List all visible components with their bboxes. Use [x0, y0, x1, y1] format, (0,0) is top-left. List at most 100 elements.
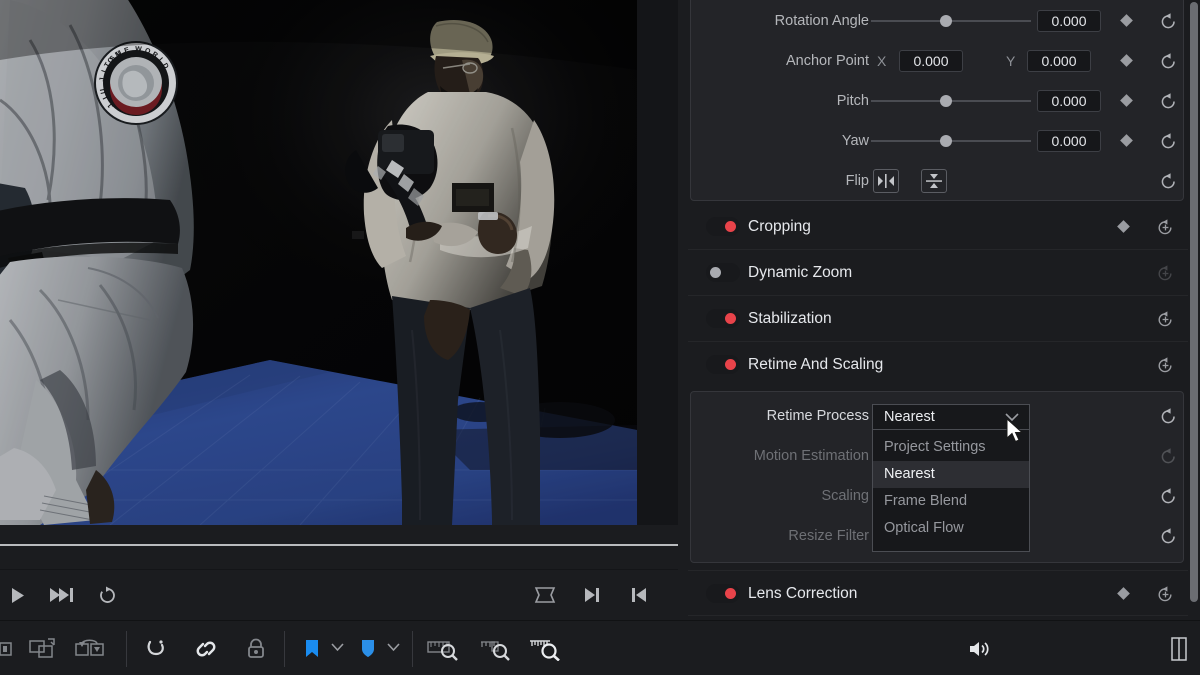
- rotation-angle-reset-icon[interactable]: [1159, 12, 1178, 31]
- flip-horizontal-icon[interactable]: [873, 169, 899, 193]
- lens-correction-reset-icon[interactable]: [1156, 585, 1175, 604]
- flip-label: Flip: [845, 173, 869, 189]
- transform-group: Rotation Angle 0.000 Anchor Point X 0.00…: [690, 0, 1184, 201]
- param-row-yaw: Yaw 0.000: [691, 121, 1183, 161]
- toolbar-separator-3: [412, 631, 413, 667]
- yaw-keyframe-icon[interactable]: [1120, 134, 1133, 147]
- flip-reset-icon[interactable]: [1159, 172, 1178, 191]
- stabilization-toggle[interactable]: [706, 309, 740, 328]
- lens-correction-toggle[interactable]: [706, 584, 740, 603]
- anchor-point-y-label: Y: [1006, 53, 1016, 69]
- dynamic-zoom-toggle-dot: [710, 267, 721, 278]
- rotation-angle-keyframe-icon[interactable]: [1120, 14, 1133, 27]
- stabilization-reset-icon[interactable]: [1156, 310, 1175, 329]
- anchor-point-x-label: X: [877, 53, 887, 69]
- pitch-slider-knob[interactable]: [940, 95, 952, 107]
- anchor-point-label: Anchor Point: [785, 53, 869, 69]
- yaw-value[interactable]: 0.000: [1037, 130, 1101, 152]
- speaker-icon[interactable]: [966, 635, 994, 663]
- yaw-slider-knob[interactable]: [940, 135, 952, 147]
- split-clip-icon[interactable]: [0, 635, 20, 663]
- cropping-keyframe-icon[interactable]: [1117, 220, 1130, 233]
- dynamic-zoom-reset-icon: [1156, 264, 1175, 283]
- anchor-point-keyframe-icon[interactable]: [1120, 54, 1133, 67]
- fit-to-window-button[interactable]: [531, 582, 559, 608]
- dropdown-option-frame-blend[interactable]: Frame Blend: [873, 488, 1029, 515]
- previous-clip-button[interactable]: [625, 582, 653, 608]
- fit-timeline-icon[interactable]: [426, 635, 460, 663]
- detail-zoom-icon[interactable]: [478, 635, 512, 663]
- pitch-keyframe-icon[interactable]: [1120, 94, 1133, 107]
- snapping-icon[interactable]: [142, 635, 170, 663]
- section-stabilization[interactable]: Stabilization: [688, 296, 1188, 342]
- flag-icon[interactable]: [300, 635, 324, 663]
- retime-process-reset-icon[interactable]: [1159, 407, 1178, 426]
- scaling-reset-icon[interactable]: [1159, 487, 1178, 506]
- retime-toggle[interactable]: [706, 355, 740, 374]
- dynamic-zoom-title: Dynamic Zoom: [748, 264, 853, 281]
- transport-controls: [0, 569, 678, 620]
- inspector-scrollbar-thumb[interactable]: [1190, 2, 1198, 602]
- cropping-reset-icon[interactable]: [1156, 218, 1175, 237]
- yaw-reset-icon[interactable]: [1159, 132, 1178, 151]
- anchor-point-y-value[interactable]: 0.000: [1027, 50, 1091, 72]
- replace-clip-icon[interactable]: [74, 635, 106, 663]
- section-dynamic-zoom[interactable]: Dynamic Zoom: [688, 250, 1188, 296]
- fast-forward-button[interactable]: [48, 582, 76, 608]
- lens-correction-title: Lens Correction: [748, 585, 858, 602]
- section-retime-and-scaling[interactable]: Retime And Scaling: [688, 342, 1188, 388]
- flip-vertical-icon[interactable]: [921, 169, 947, 193]
- dropdown-option-nearest[interactable]: Nearest: [873, 461, 1029, 488]
- retime-title: Retime And Scaling: [748, 356, 884, 373]
- anchor-point-x-value[interactable]: 0.000: [899, 50, 963, 72]
- scrubber-area[interactable]: [0, 525, 678, 569]
- cropping-toggle-dot: [725, 221, 736, 232]
- pitch-reset-icon[interactable]: [1159, 92, 1178, 111]
- linked-selection-icon[interactable]: [192, 635, 220, 663]
- cropping-title: Cropping: [748, 218, 811, 235]
- motion-estimation-label: Motion Estimation: [753, 448, 869, 464]
- bottom-toolbar: − + DIM: [0, 620, 1200, 675]
- rotation-angle-value[interactable]: 0.000: [1037, 10, 1101, 32]
- scaling-label: Scaling: [821, 488, 869, 504]
- video-preview[interactable]: O N E W O R L D J I U J I T S U: [0, 0, 637, 525]
- lock-track-icon[interactable]: [242, 635, 270, 663]
- resize-filter-reset-icon[interactable]: [1159, 527, 1178, 546]
- custom-zoom-icon[interactable]: [528, 635, 562, 663]
- next-clip-button[interactable]: [578, 582, 606, 608]
- marker-icon[interactable]: [356, 635, 380, 663]
- retime-toggle-dot: [725, 359, 736, 370]
- toolbar-separator-1: [126, 631, 127, 667]
- marker-chevron-down-icon[interactable]: [387, 643, 400, 652]
- retime-process-dropdown-value: Nearest: [884, 409, 935, 425]
- stabilization-title: Stabilization: [748, 310, 832, 327]
- motion-estimation-reset-icon: [1159, 447, 1178, 466]
- loop-button[interactable]: [93, 582, 121, 608]
- retime-reset-icon[interactable]: [1156, 356, 1175, 375]
- toolbar-separator-2: [284, 631, 285, 667]
- audio-meter-icon[interactable]: [1166, 635, 1192, 663]
- param-row-flip: Flip: [691, 161, 1183, 201]
- section-lens-correction[interactable]: Lens Correction: [688, 570, 1188, 616]
- swap-clip-icon[interactable]: [28, 635, 58, 663]
- pitch-value[interactable]: 0.000: [1037, 90, 1101, 112]
- cropping-toggle[interactable]: [706, 217, 740, 236]
- retime-process-label: Retime Process: [766, 408, 869, 424]
- stabilization-toggle-dot: [725, 313, 736, 324]
- dynamic-zoom-toggle[interactable]: [706, 263, 740, 282]
- lens-correction-toggle-dot: [725, 588, 736, 599]
- yaw-label: Yaw: [841, 133, 869, 149]
- anchor-point-reset-icon[interactable]: [1159, 52, 1178, 71]
- rotation-angle-slider-knob[interactable]: [940, 15, 952, 27]
- lens-correction-keyframe-icon[interactable]: [1117, 587, 1130, 600]
- play-button[interactable]: [4, 582, 32, 608]
- retime-process-dropdown-menu[interactable]: Project Settings Nearest Frame Blend Opt…: [872, 430, 1030, 552]
- mouse-cursor: [1006, 418, 1024, 443]
- param-row-pitch: Pitch 0.000: [691, 81, 1183, 121]
- flag-chevron-down-icon[interactable]: [331, 643, 344, 652]
- section-cropping[interactable]: Cropping: [688, 204, 1188, 250]
- dropdown-option-optical-flow[interactable]: Optical Flow: [873, 515, 1029, 542]
- scrubber-track[interactable]: [0, 544, 678, 546]
- video-frame: O N E W O R L D J I U J I T S U: [0, 0, 637, 525]
- source-viewer[interactable]: O N E W O R L D J I U J I T S U: [0, 0, 678, 620]
